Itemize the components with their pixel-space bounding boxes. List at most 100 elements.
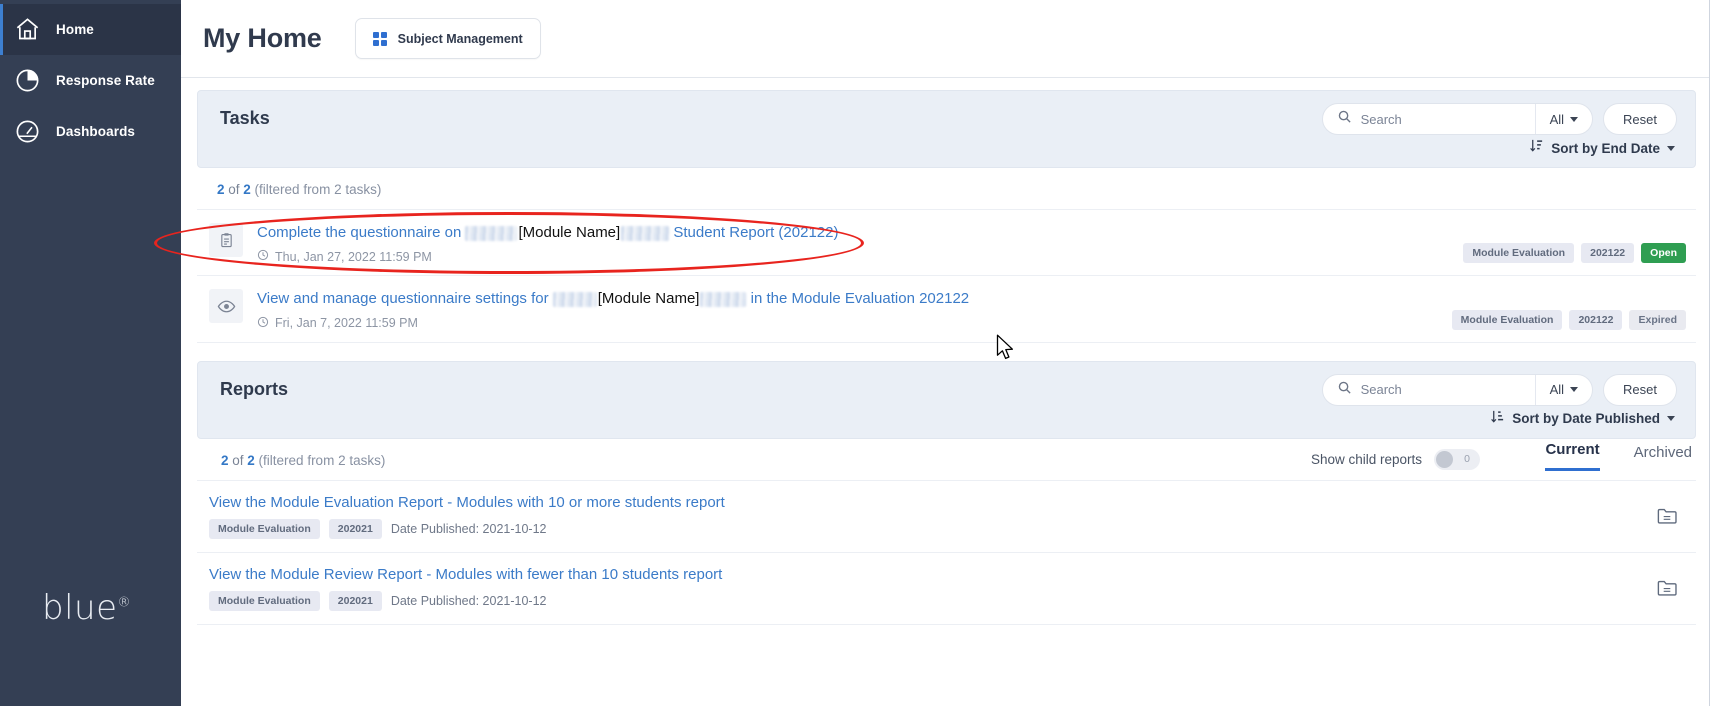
report-tags: Module Evaluation 202021 Date Published:… [209,518,1650,539]
report-row[interactable]: View the Module Review Report - Modules … [197,553,1696,625]
page-title: My Home [203,23,322,53]
clock-icon [257,316,269,331]
sidebar-item-label: Response Rate [56,73,155,88]
registered-mark-icon: ® [117,595,131,611]
toggle-knob [1436,450,1453,468]
sidebar-item-dashboards[interactable]: Dashboards [0,106,181,157]
show-child-reports-control: Show child reports 0 [1310,448,1480,470]
report-body: View the Module Review Report - Modules … [209,566,1650,611]
sort-ascending-icon [1490,409,1505,429]
reports-search-input[interactable] [1360,382,1523,397]
badge-period: 202122 [1581,243,1635,264]
blue-logo: blue® [42,588,131,628]
chevron-down-icon [1570,116,1579,122]
status-badge: Expired [1629,309,1686,330]
sidebar-item-label: Dashboards [56,124,136,139]
reports-sort-control[interactable]: Sort by Date Published [1490,409,1675,429]
chevron-down-icon [1570,387,1579,392]
sort-descending-icon [1529,138,1544,158]
tasks-count: 2 of 2 (filtered from 2 tasks) [197,168,1696,209]
sidebar: Home Response Rate Dashboards blue® [0,0,181,706]
tasks-filter-label: All [1549,111,1565,127]
redacted-module-name: [Module Name] [465,223,670,243]
badge-survey-type: Module Evaluation [209,518,320,539]
reports-filter-label: All [1549,382,1565,397]
tasks-count-total: 2 [243,182,251,197]
report-folder-icon[interactable] [1650,499,1684,533]
task-row[interactable]: View and manage questionnaire settings f… [197,276,1696,343]
gauge-icon [10,115,44,149]
task-link[interactable]: Complete the questionnaire on [Module Na… [257,223,1463,243]
tasks-search-group: All [1321,103,1594,135]
main-content: My Home Subject Management Tasks Search … [181,0,1715,706]
tasks-sort-control[interactable]: Sort by End Date [1529,138,1675,158]
subject-management-label: Subject Management [397,31,523,46]
report-date-published: Date Published: 2021-10-12 [390,593,547,608]
reports-meta-row: 2 of 2 (filtered from 2 tasks) Show chil… [197,439,1696,480]
reports-count: 2 of 2 (filtered from 2 tasks) [209,439,385,480]
badge-survey-type: Module Evaluation [1463,243,1575,264]
reports-sort-label: Sort by Date Published [1512,411,1660,426]
badge-period: 202122 [1569,309,1623,330]
reports-list: View the Module Evaluation Report - Modu… [181,479,1712,625]
sidebar-item-home[interactable]: Home [0,4,181,55]
window-right-edge [1709,0,1715,706]
search-icon [1337,380,1352,400]
badge-survey-type: Module Evaluation [209,590,320,611]
sidebar-item-label: Home [56,22,94,37]
reports-panel: Reports Search All Reset Sort by Date Pu… [181,360,1712,480]
app-root: Home Response Rate Dashboards blue® My H… [0,0,1715,706]
task-body: Complete the questionnaire on [Module Na… [257,221,1463,264]
subject-management-button[interactable]: Subject Management [354,18,541,59]
status-badge: Open [1641,243,1686,264]
task-text-after: Student Report (202122) [669,224,839,241]
tasks-search-input[interactable] [1360,111,1523,127]
task-due-date: Fri, Jan 7, 2022 11:59 PM [257,316,1452,331]
clock-icon [257,249,269,264]
tasks-controls: All Reset [1321,103,1677,135]
sidebar-item-response-rate[interactable]: Response Rate [0,55,181,106]
task-link[interactable]: View and manage questionnaire settings f… [257,289,1452,309]
grid-icon [372,31,387,46]
task-row[interactable]: Complete the questionnaire on [Module Na… [197,209,1696,277]
report-date-published: Date Published: 2021-10-12 [390,521,547,536]
reports-search-group: All [1321,373,1594,406]
tasks-count-shown: 2 [217,182,225,197]
report-link[interactable]: View the Module Review Report - Modules … [209,566,1650,583]
task-text-after: in the Module Evaluation 202122 [746,290,970,308]
chevron-down-icon [1667,145,1675,151]
tasks-panel-header: Tasks Search All Reset Sort by End Date [197,90,1696,168]
module-name-placeholder: [Module Name] [518,224,621,241]
reports-count-total: 2 [247,452,255,468]
reports-controls: All Reset [1321,373,1677,406]
tab-archived[interactable]: Archived [1634,444,1692,471]
reports-count-filtered: (filtered from 2 tasks) [254,452,386,468]
badge-survey-type: Module Evaluation [1451,309,1563,330]
tasks-filter-dropdown[interactable]: All [1534,104,1592,134]
report-link[interactable]: View the Module Evaluation Report - Modu… [209,494,1650,511]
top-bar: My Home Subject Management [181,0,1712,78]
reports-filter-dropdown[interactable]: All [1534,374,1592,405]
tasks-count-of: of [224,182,244,197]
chevron-down-icon [1667,416,1675,421]
task-badges: Module Evaluation 202122 Expired [1451,309,1692,331]
reports-count-shown: 2 [221,452,229,468]
reports-reset-button[interactable]: Reset [1603,373,1677,406]
home-icon [10,13,44,47]
tasks-reset-button[interactable]: Reset [1603,103,1677,135]
content-scroll: Tasks Search All Reset Sort by End Date … [181,78,1712,625]
task-text-before: View and manage questionnaire settings f… [257,290,553,308]
show-child-reports-label: Show child reports [1310,451,1422,467]
reports-count-of: of [228,452,248,468]
report-folder-icon[interactable] [1650,571,1684,605]
report-row[interactable]: View the Module Evaluation Report - Modu… [197,479,1696,553]
tasks-panel: Tasks Search All Reset Sort by End Date … [181,90,1712,209]
tasks-list: Complete the questionnaire on [Module Na… [181,209,1712,343]
show-child-reports-toggle[interactable]: 0 [1434,448,1480,470]
tab-current[interactable]: Current [1545,441,1600,471]
reports-search-box[interactable] [1323,375,1535,405]
tasks-search-box[interactable] [1323,104,1535,134]
report-tags: Module Evaluation 202021 Date Published:… [209,590,1650,611]
blue-logo-text: blue [42,588,118,628]
reports-panel-header: Reports Search All Reset Sort by Date Pu… [197,360,1696,439]
